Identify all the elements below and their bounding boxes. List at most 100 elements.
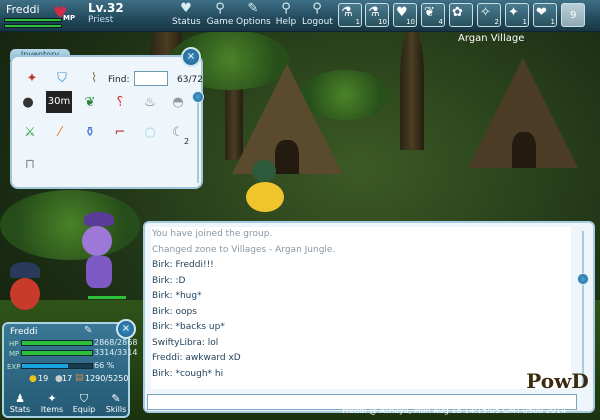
mp-label: MP <box>9 350 20 358</box>
slot-number: 9 <box>570 10 577 21</box>
gold-coin-icon: ● <box>29 374 37 384</box>
hp-bar <box>21 340 93 346</box>
tab-items[interactable]: ✦ Items <box>36 392 68 416</box>
hp-value: 2868/2868 <box>94 338 138 347</box>
target-hp-bar <box>88 296 126 299</box>
hotbar-slot-1[interactable]: ⚗ 1 <box>338 3 362 27</box>
grey-item-icon[interactable]: ◓ <box>168 93 188 113</box>
slot-count: 4 <box>438 18 443 26</box>
candy-cane-item-icon[interactable]: ⸮ <box>110 93 130 113</box>
kettle-item-icon[interactable]: ♨ <box>140 93 160 113</box>
weight-icon: ▤ <box>75 373 84 383</box>
mp-bar <box>21 350 93 356</box>
mp-tag: MP <box>63 14 76 22</box>
top-hud: Freddi ♥ MP Lv.32 Priest ♥ Status ⚲ Game… <box>0 0 600 32</box>
wand-item-icon[interactable]: ⁄ <box>50 123 70 143</box>
find-input[interactable] <box>134 71 168 86</box>
crosshair-icon: ⚲ <box>312 1 322 16</box>
player-class: Priest <box>88 15 114 25</box>
slot-count: 10 <box>406 18 415 26</box>
items-icon: ✦ <box>47 392 57 405</box>
hotbar-slot-7[interactable]: ✦ 1 <box>505 3 529 27</box>
potion-icon: ⚗ <box>341 5 353 20</box>
bomb-item-icon[interactable]: ● <box>18 93 38 113</box>
chat-line: Birk: Freddi!!! <box>152 260 214 270</box>
orb-item-icon[interactable]: ○ <box>140 123 160 143</box>
crosshair-icon: ⚲ <box>215 1 225 16</box>
menu-label: Options <box>236 17 271 27</box>
hotbar-slot-2[interactable]: ⚗ 10 <box>365 3 389 27</box>
player-level: Lv.32 <box>88 1 124 15</box>
tab-skills[interactable]: ✎ Skills <box>100 392 132 416</box>
hud-hp-bar <box>4 18 62 22</box>
hut-door <box>512 132 536 168</box>
chat-line: Freddi: awkward xD <box>152 353 241 363</box>
heart-icon: ♥ <box>180 1 192 16</box>
find-label: Find: <box>108 75 130 85</box>
potion-item-icon[interactable]: ⚱ <box>80 123 100 143</box>
chat-log: You have joined the group. Changed zone … <box>151 227 571 389</box>
chat-line: Birk: :D <box>152 275 186 286</box>
tab-label: Items <box>40 405 64 414</box>
inventory-close-button[interactable]: × <box>181 47 201 67</box>
slot-count: 10 <box>378 18 387 26</box>
candy-item-icon[interactable]: ✦ <box>22 69 42 89</box>
shoe-item-icon[interactable]: ⌇ <box>84 69 104 89</box>
potion-icon: ❦ <box>424 5 435 20</box>
edit-icon[interactable]: ✎ <box>84 325 92 336</box>
tab-equip[interactable]: ⛉ Equip <box>68 392 100 416</box>
hotbar-slot-6[interactable]: ✧ 2 <box>477 3 501 27</box>
crosshair-icon: ⚲ <box>281 1 291 16</box>
chat-line: Birk: *cough* hi <box>152 368 224 379</box>
game-logo: PowD <box>526 369 589 393</box>
chat-line: Birk: oops <box>152 306 197 317</box>
menu-status-button[interactable]: ♥ Status <box>172 1 201 31</box>
slot-count: 1 <box>522 18 527 26</box>
menu-logout-button[interactable]: ⚲ Logout <box>302 1 333 31</box>
slot-count: 2 <box>494 18 499 26</box>
hud-mp-bar <box>4 24 62 28</box>
weight-value: 1290/5250 <box>85 374 129 383</box>
menu-options-button[interactable]: ✎ Options <box>236 1 271 31</box>
potion-icon: ❤ <box>536 5 547 20</box>
inventory-scrolltrack <box>197 93 199 183</box>
mushroom-item-icon[interactable]: ⌐ <box>110 123 130 143</box>
stats-icon: ♟ <box>15 392 25 405</box>
green-sword-item-icon[interactable]: ⚔ <box>20 123 40 143</box>
menu-label: Game <box>206 17 234 27</box>
slot-count: 1 <box>550 18 555 26</box>
player-name: Freddi <box>6 3 40 16</box>
chat-scrollbar-thumb[interactable] <box>577 273 589 285</box>
hotbar-slot-4[interactable]: ❦ 4 <box>421 3 445 27</box>
menu-help-button[interactable]: ⚲ Help <box>274 1 298 31</box>
inventory-scrollbar-thumb[interactable] <box>192 91 204 103</box>
menu-label: Help <box>275 17 297 27</box>
item-stack-count: 2 <box>184 137 190 146</box>
potion-icon: ✿ <box>452 5 463 20</box>
hotbar-slot-8[interactable]: ❤ 1 <box>533 3 557 27</box>
menu-game-button[interactable]: ⚲ Game <box>205 1 235 31</box>
character-name: Freddi <box>10 327 38 337</box>
timer-30m-item[interactable]: 30m <box>46 91 72 113</box>
equip-icon: ⛉ <box>79 392 89 405</box>
player-character-yellow[interactable] <box>240 160 290 220</box>
hotbar-slot-5[interactable]: ✿ <box>449 3 473 27</box>
exp-bar <box>21 363 93 369</box>
player-character-purple[interactable] <box>74 212 124 292</box>
player-character-red[interactable] <box>6 262 46 312</box>
hotbar-slot-9[interactable]: 9 <box>561 3 585 27</box>
session-status-line: Freddi @ Ashaya, Mon Aug 18 14:15:05 GMT… <box>342 406 567 415</box>
leaf-item-icon[interactable]: ❦ <box>80 93 100 113</box>
tab-stats[interactable]: ♟ Stats <box>4 392 36 416</box>
inventory-window: ✦ ⛉ ⌇ Find: 63/72 ● 30m ❦ ⸮ ♨ ◓ ⚔ ⁄ ⚱ ⌐ … <box>10 55 204 189</box>
exp-value: 66 % <box>94 361 115 370</box>
inventory-count: 63/72 <box>177 75 203 85</box>
tab-label: Stats <box>9 405 31 414</box>
hotbar-slot-3[interactable]: ♥ 10 <box>393 3 417 27</box>
chat-line: Birk: *hug* <box>152 291 202 301</box>
zone-name: Argan Village <box>458 33 525 44</box>
shield-item-icon[interactable]: ⛉ <box>52 69 72 89</box>
slot-count: 1 <box>355 18 360 26</box>
character-panel-close-button[interactable]: × <box>116 319 136 339</box>
table-item-icon[interactable]: ⊓ <box>20 155 40 175</box>
